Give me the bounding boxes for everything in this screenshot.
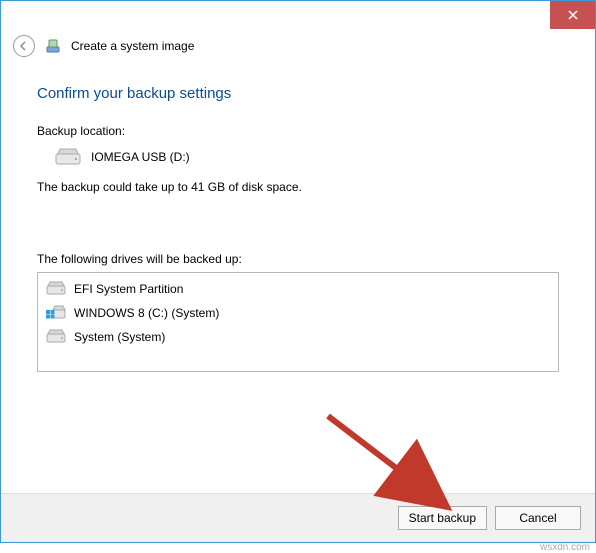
drive-icon	[55, 148, 81, 166]
drive-icon	[46, 281, 66, 297]
back-arrow-icon	[18, 40, 30, 52]
drives-section-label: The following drives will be backed up:	[37, 252, 559, 266]
start-backup-button[interactable]: Start backup	[398, 506, 487, 530]
back-button[interactable]	[13, 35, 35, 57]
titlebar	[1, 1, 595, 29]
content-area: Confirm your backup settings Backup loca…	[1, 67, 595, 493]
drive-label: System (System)	[74, 330, 165, 344]
drives-list: EFI System Partition WINDOWS 8 (C:) (Sys…	[37, 272, 559, 372]
close-button[interactable]	[550, 1, 595, 29]
list-item: EFI System Partition	[44, 277, 552, 301]
backup-location-row: IOMEGA USB (D:)	[37, 148, 559, 166]
drive-label: EFI System Partition	[74, 282, 183, 296]
windows-drive-icon	[46, 305, 66, 321]
system-image-icon	[45, 38, 61, 54]
backup-location-label: Backup location:	[37, 124, 559, 138]
backup-location-name: IOMEGA USB (D:)	[91, 150, 190, 164]
cancel-button[interactable]: Cancel	[495, 506, 581, 530]
window-title: Create a system image	[71, 39, 194, 53]
drive-icon	[46, 329, 66, 345]
button-bar: Start backup Cancel	[1, 493, 595, 542]
watermark: wsxdn.com	[540, 542, 590, 553]
window-frame: Create a system image Confirm your backu…	[0, 0, 596, 543]
drive-label: WINDOWS 8 (C:) (System)	[74, 306, 219, 320]
close-icon	[568, 7, 578, 23]
page-heading: Confirm your backup settings	[37, 85, 559, 102]
list-item: WINDOWS 8 (C:) (System)	[44, 301, 552, 325]
size-note: The backup could take up to 41 GB of dis…	[37, 180, 559, 194]
header-row: Create a system image	[1, 29, 595, 67]
list-item: System (System)	[44, 325, 552, 349]
